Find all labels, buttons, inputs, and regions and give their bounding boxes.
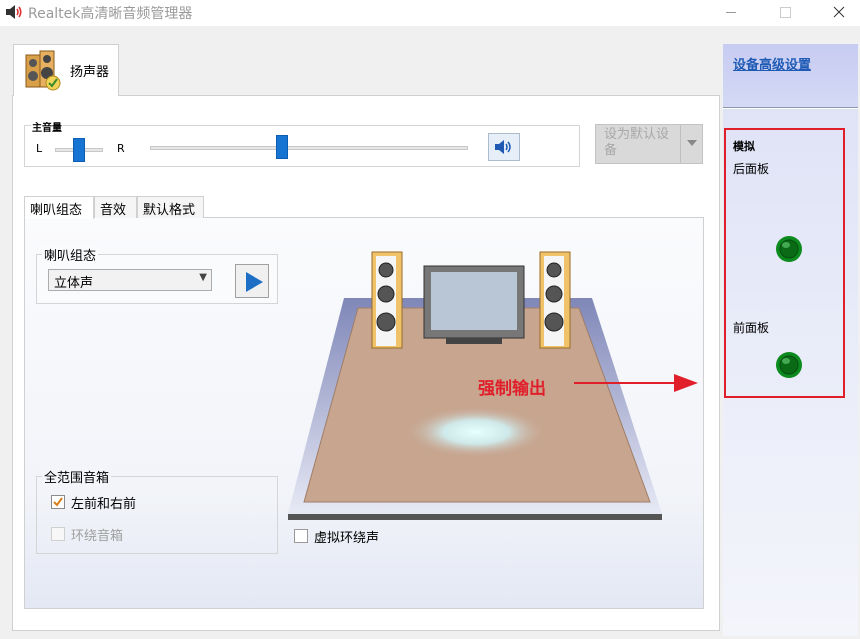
front-audio-jack-icon[interactable] xyxy=(775,351,803,379)
virtual-surround-checkbox[interactable] xyxy=(294,529,308,543)
balance-slider-thumb[interactable] xyxy=(73,138,85,162)
chevron-down-icon xyxy=(687,140,697,146)
mute-button[interactable] xyxy=(488,133,520,161)
tab-speaker-label: 扬声器 xyxy=(70,65,110,80)
window-title: Realtek高清晰音频管理器 xyxy=(28,6,193,22)
balance-left-label: L xyxy=(36,142,43,155)
speaker-icon xyxy=(6,5,22,19)
set-default-device-button[interactable]: 设为默认设备 xyxy=(595,124,703,164)
set-default-label: 设为默认设备 xyxy=(604,127,670,158)
maximize-button[interactable] xyxy=(762,0,808,26)
tab-speaker-config[interactable]: 喇叭组态 xyxy=(24,196,94,219)
rear-audio-jack-icon[interactable] xyxy=(775,235,803,263)
volume-slider-track[interactable] xyxy=(150,146,468,150)
tab-sound-effects[interactable]: 音效 xyxy=(94,196,137,218)
checkmark-icon xyxy=(53,497,63,507)
front-panel-label: 前面板 xyxy=(733,321,770,335)
speaker-config-label: 喇叭组态 xyxy=(42,245,99,264)
master-volume-label: 主音量 xyxy=(31,119,63,134)
front-speakers-label: 左前和右前 xyxy=(71,497,137,512)
play-icon xyxy=(246,272,263,292)
title-bar: Realtek高清晰音频管理器 xyxy=(0,0,860,26)
chevron-down-icon: ▼ xyxy=(199,272,207,283)
speaker-config-select[interactable]: 立体声 ▼ xyxy=(48,269,212,291)
rear-panel-label: 后面板 xyxy=(733,162,770,176)
minimize-button[interactable] xyxy=(708,0,754,26)
full-range-speakers-label: 全范围音箱 xyxy=(42,467,112,486)
force-output-annotation: 强制输出 xyxy=(478,379,546,399)
balance-right-label: R xyxy=(117,142,125,155)
surround-speakers-label: 环绕音箱 xyxy=(71,529,124,544)
surround-speakers-checkbox[interactable] xyxy=(51,527,65,541)
volume-slider-thumb[interactable] xyxy=(276,135,288,159)
set-default-dropdown[interactable] xyxy=(680,125,702,163)
tab-default-format[interactable]: 默认格式 xyxy=(137,196,204,218)
virtual-surround-label: 虚拟环绕声 xyxy=(314,531,380,546)
speaker-cabinet-icon xyxy=(25,50,61,91)
tab-speaker[interactable]: 扬声器 xyxy=(13,44,119,96)
annotation-arrow xyxy=(574,374,698,392)
analog-label: 模拟 xyxy=(733,140,755,153)
advanced-settings-link[interactable]: 设备高级设置 xyxy=(733,54,811,73)
close-button[interactable] xyxy=(816,0,860,26)
speaker-config-value: 立体声 xyxy=(54,276,94,291)
volume-icon xyxy=(495,140,511,154)
play-test-button[interactable] xyxy=(235,264,269,298)
front-speakers-checkbox[interactable] xyxy=(51,495,65,509)
